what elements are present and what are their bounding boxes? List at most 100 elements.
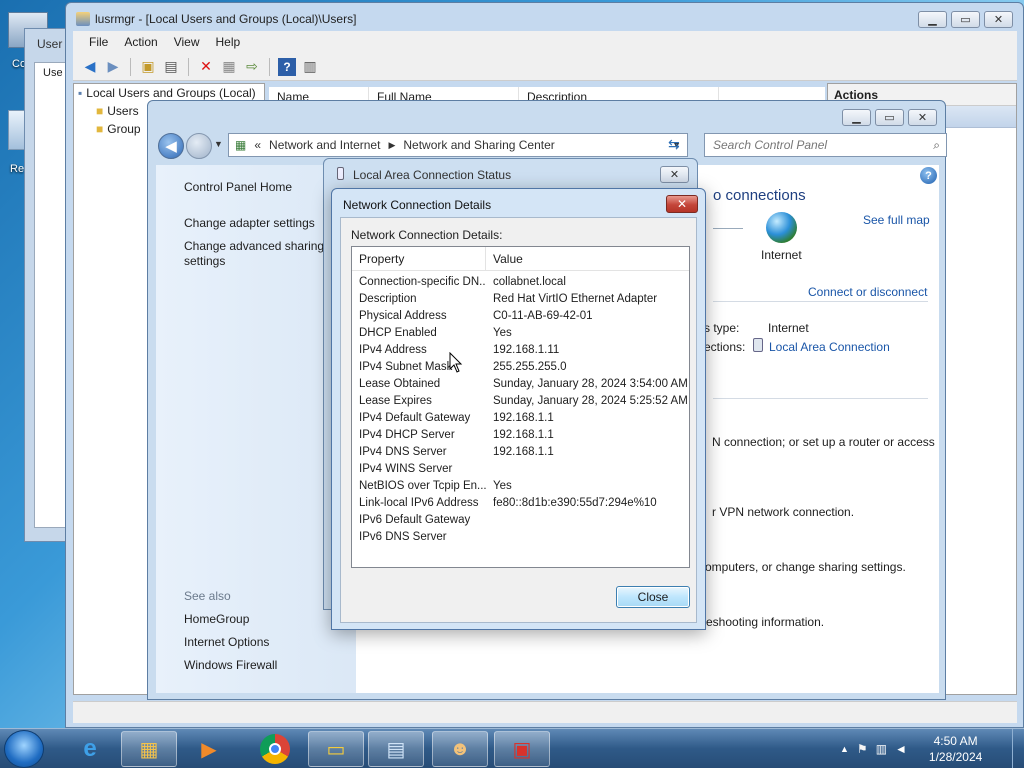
taskbar-internet-explorer-icon[interactable]: e — [62, 731, 118, 767]
start-button[interactable] — [4, 730, 44, 768]
table-row[interactable]: IPv4 DNS Server 192.168.1.1 — [352, 443, 689, 460]
lacs-close-button[interactable]: ✕ — [660, 166, 689, 183]
table-row[interactable]: IPv6 Default Gateway — [352, 511, 689, 528]
recent-pages-dropdown-icon[interactable]: ▼ — [214, 139, 223, 149]
table-row[interactable]: IPv4 Default Gateway 192.168.1.1 — [352, 409, 689, 426]
menu-file[interactable]: File — [81, 35, 116, 49]
up-folder-icon[interactable]: ▣ — [139, 58, 157, 76]
breadcrumb-prefix[interactable]: « — [254, 138, 261, 152]
menu-help[interactable]: Help — [208, 35, 249, 49]
link-change-adapter-settings[interactable]: Change adapter settings — [184, 216, 315, 230]
maximize-button[interactable]: ▭ — [951, 11, 980, 28]
lusrmgr-caption-buttons: ▁ ▭ ✕ — [918, 11, 1013, 28]
link-change-advanced-sharing[interactable]: Change advanced sharing settings — [184, 239, 329, 269]
details-close-x-button[interactable]: ✕ — [666, 195, 698, 213]
taskbar-lusrmgr-icon[interactable]: ☻ — [432, 731, 488, 767]
help-icon[interactable]: ? — [278, 57, 296, 76]
table-row[interactable]: IPv4 Address 192.168.1.11 — [352, 341, 689, 358]
table-row[interactable]: IPv4 Subnet Mask 255.255.255.0 — [352, 358, 689, 375]
toolbar: ◀ ▶ ▣ ▤ ✕ ▦ ⇨ ? ▥ — [73, 53, 1017, 81]
minimize-button[interactable]: ▁ — [918, 11, 947, 28]
taskbar-toolbox-icon[interactable]: ▣ — [494, 731, 550, 767]
action-center-flag-icon[interactable]: ⚑ — [857, 742, 868, 756]
link-homegroup[interactable]: HomeGroup — [184, 612, 249, 626]
table-row[interactable]: DHCP Enabled Yes — [352, 324, 689, 341]
address-bar[interactable]: ▦ « Network and Internet ▶ Network and S… — [228, 133, 688, 157]
refresh-icon[interactable]: ⇆ — [668, 136, 690, 156]
value-cell: 192.168.1.11 — [493, 343, 560, 356]
export-list-icon[interactable]: ⇨ — [243, 58, 261, 76]
property-cell: Lease Expires — [359, 394, 432, 407]
setup-connection-text: N connection; or set up a router or acce… — [712, 435, 935, 449]
property-cell: IPv4 DHCP Server — [359, 428, 455, 441]
link-control-panel-home[interactable]: Control Panel Home — [184, 180, 292, 194]
link-local-area-connection[interactable]: Local Area Connection — [769, 340, 890, 354]
help-icon[interactable]: ? — [920, 167, 937, 184]
taskbar-paint-icon[interactable]: ▭ — [308, 731, 364, 767]
breadcrumb-network-internet[interactable]: Network and Internet — [269, 138, 380, 152]
taskbar-control-panel-icon[interactable]: ▤ — [368, 731, 424, 767]
forward-button[interactable] — [186, 133, 212, 159]
value-cell: Yes — [493, 479, 512, 492]
link-windows-firewall[interactable]: Windows Firewall — [184, 658, 277, 672]
table-row[interactable]: Description Red Hat VirtIO Ethernet Adapt… — [352, 290, 689, 307]
show-desktop-button[interactable] — [1012, 729, 1024, 768]
forward-arrow-icon[interactable]: ▶ — [104, 58, 122, 76]
link-internet-options[interactable]: Internet Options — [184, 635, 269, 649]
internet-globe-icon[interactable] — [766, 212, 797, 243]
menu-view[interactable]: View — [166, 35, 208, 49]
table-row[interactable]: NetBIOS over Tcpip En... Yes — [352, 477, 689, 494]
table-row[interactable]: IPv4 DHCP Server 192.168.1.1 — [352, 426, 689, 443]
table-row[interactable]: Connection-specific DN... collabnet.local — [352, 273, 689, 290]
close-button[interactable]: ✕ — [908, 109, 937, 126]
column-value[interactable]: Value — [486, 247, 689, 270]
grid-rows: Connection-specific DN... collabnet.local… — [352, 271, 689, 545]
close-button[interactable]: ✕ — [984, 11, 1013, 28]
back-button[interactable]: ◀ — [158, 133, 184, 159]
network-connection-details-dialog[interactable]: Network Connection Details ✕ Network Con… — [331, 188, 706, 630]
value-cell: 192.168.1.1 — [493, 411, 554, 424]
value-cell: C0-11-AB-69-42-01 — [493, 309, 593, 322]
volume-muted-icon[interactable]: ◄ — [895, 742, 907, 756]
network-status-icon[interactable]: ▥ — [876, 742, 887, 756]
delete-icon[interactable]: ✕ — [197, 58, 215, 76]
maximize-button[interactable]: ▭ — [875, 109, 904, 126]
menu-action[interactable]: Action — [116, 35, 165, 49]
show-action-pane-icon[interactable]: ▥ — [301, 58, 319, 76]
background-window-tab[interactable]: Use — [43, 67, 63, 79]
breadcrumb-network-sharing-center[interactable]: Network and Sharing Center — [403, 138, 554, 152]
link-connect-or-disconnect[interactable]: Connect or disconnect — [808, 285, 927, 299]
show-hide-tree-icon[interactable]: ▤ — [162, 58, 180, 76]
system-tray: ▲ ⚑ ▥ ◄ 4:50 AM 1/28/2024 — [840, 731, 1020, 767]
column-property[interactable]: Property — [352, 247, 486, 270]
taskbar-media-player-icon[interactable]: ▶ — [181, 731, 237, 767]
table-row[interactable]: Link-local IPv6 Address fe80::8d1b:e390:5… — [352, 494, 689, 511]
table-row[interactable]: Lease Expires Sunday, January 28, 2024 5:… — [352, 392, 689, 409]
connections-heading: o connections — [713, 187, 806, 204]
taskbar-explorer-icon[interactable]: ▦ — [121, 731, 177, 767]
show-hidden-icons-icon[interactable]: ▲ — [840, 744, 849, 754]
table-row[interactable]: Physical Address C0-11-AB-69-42-01 — [352, 307, 689, 324]
table-row[interactable]: IPv6 DNS Server — [352, 528, 689, 545]
table-row[interactable]: Lease Obtained Sunday, January 28, 2024 3… — [352, 375, 689, 392]
search-icon[interactable]: ⌕ — [933, 138, 940, 153]
grid-header: Property Value — [352, 247, 689, 271]
property-cell: Connection-specific DN... — [359, 275, 486, 288]
search-input[interactable]: Search Control Panel ⌕ — [704, 133, 947, 157]
value-cell: 255.255.255.0 — [493, 360, 567, 373]
details-grid[interactable]: Property Value Connection-specific DN...… — [351, 246, 690, 568]
value-cell: fe80::8d1b:e390:55d7:294e%10 — [493, 496, 657, 509]
chevron-right-icon[interactable]: ▶ — [388, 140, 395, 151]
back-arrow-icon[interactable]: ◀ — [81, 58, 99, 76]
close-button[interactable]: Close — [616, 586, 690, 608]
link-see-full-map[interactable]: See full map — [863, 213, 930, 227]
minimize-button[interactable]: ▁ — [842, 109, 871, 126]
clock[interactable]: 4:50 AM 1/28/2024 — [929, 733, 982, 765]
taskbar-chrome-icon[interactable] — [247, 731, 303, 767]
properties-icon[interactable]: ▦ — [220, 58, 238, 76]
table-row[interactable]: IPv4 WINS Server — [352, 460, 689, 477]
navigation-bar: ◀ ▼ ▦ « Network and Internet ▶ Network a… — [156, 131, 947, 161]
tree-item-users-label: Users — [107, 104, 139, 118]
tree-item-groups-label: Group — [107, 122, 141, 136]
troubleshoot-text: eshooting information. — [706, 615, 825, 629]
